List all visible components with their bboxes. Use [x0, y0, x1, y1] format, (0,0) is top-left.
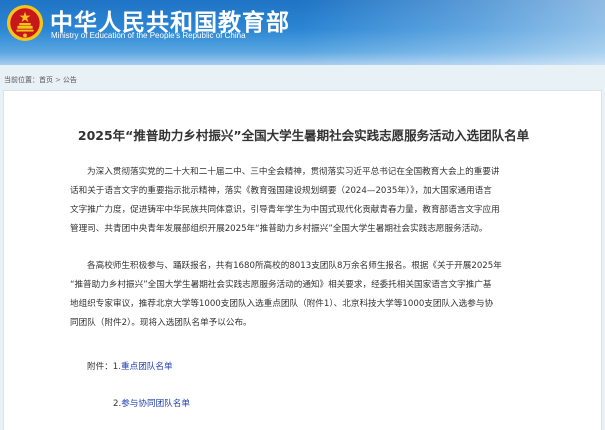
- breadcrumb-prefix: 当前位置：: [4, 76, 39, 84]
- attachment-row-1: 附件：1.重点团队名单: [87, 360, 173, 372]
- article-paragraph-2: 各高校师生积极参与、踊跃报名，共有1680所高校的8013支团队8万余名师生报名…: [70, 257, 550, 333]
- attachments-label: 附件：: [87, 362, 113, 372]
- site-header: 中华人民共和国教育部 Ministry of Education of the …: [0, 0, 605, 65]
- breadcrumb-current: 公告: [62, 76, 77, 84]
- national-emblem-icon[interactable]: [6, 4, 44, 42]
- attachment-2-number: 2.: [113, 399, 122, 409]
- attachment-2-link[interactable]: 参与协同团队名单: [121, 399, 190, 409]
- paragraph-line: 地组织专家审议，推荐北京大学等1000支团队入选重点团队（附件1）、北京科技大学…: [70, 299, 494, 309]
- paragraph-line: 话和关于语言文字的重要指示批示精神，落实《教育强国建设规划纲要（2024—203…: [70, 186, 492, 196]
- article-title: 2025年“推普助力乡村振兴”全国大学生暑期社会实践志愿服务活动入选团队名单: [77, 128, 530, 143]
- paragraph-line: “推普助力乡村振兴”全国大学生暑期社会实践志愿服务活动的通知》相关要求，经委托相…: [70, 280, 492, 290]
- paragraph-line: 文字推广力度，促进铸牢中华民族共同体意识，引导青年学生为中国式现代化贡献青春力量…: [70, 205, 500, 215]
- paragraph-line: 同团队（附件2）。现将入选团队名单予以公布。: [70, 318, 252, 328]
- attachment-1-number: 1.: [112, 362, 121, 372]
- paragraph-line: 管理司、共青团中央青年发展部组织开展2025年“推普助力乡村振兴”全国大学生暑期…: [70, 224, 488, 234]
- header-background-haze: [300, 0, 605, 65]
- article-paragraph-1: 为深入贯彻落实党的二十大和二十届二中、三中全会精神，贯彻落实习近平总书记在全国教…: [70, 163, 550, 239]
- paragraph-line: 各高校师生积极参与、踊跃报名，共有1680所高校的8013支团队8万余名师生报名…: [87, 261, 502, 271]
- attachment-1-link[interactable]: 重点团队名单: [121, 362, 173, 372]
- site-name-english: Ministry of Education of the People's Re…: [51, 31, 246, 40]
- paragraph-line: 为深入贯彻落实党的二十大和二十届二中、三中全会精神，贯彻落实习近平总书记在全国教…: [87, 167, 500, 177]
- article-panel: 2025年“推普助力乡村振兴”全国大学生暑期社会实践志愿服务活动入选团队名单 为…: [3, 90, 602, 430]
- attachment-row-2: 2.参与协同团队名单: [113, 397, 190, 409]
- breadcrumb-separator: >: [55, 76, 61, 84]
- breadcrumb: 当前位置：首页 > 公告: [4, 75, 77, 85]
- breadcrumb-home-link[interactable]: 首页: [39, 76, 53, 84]
